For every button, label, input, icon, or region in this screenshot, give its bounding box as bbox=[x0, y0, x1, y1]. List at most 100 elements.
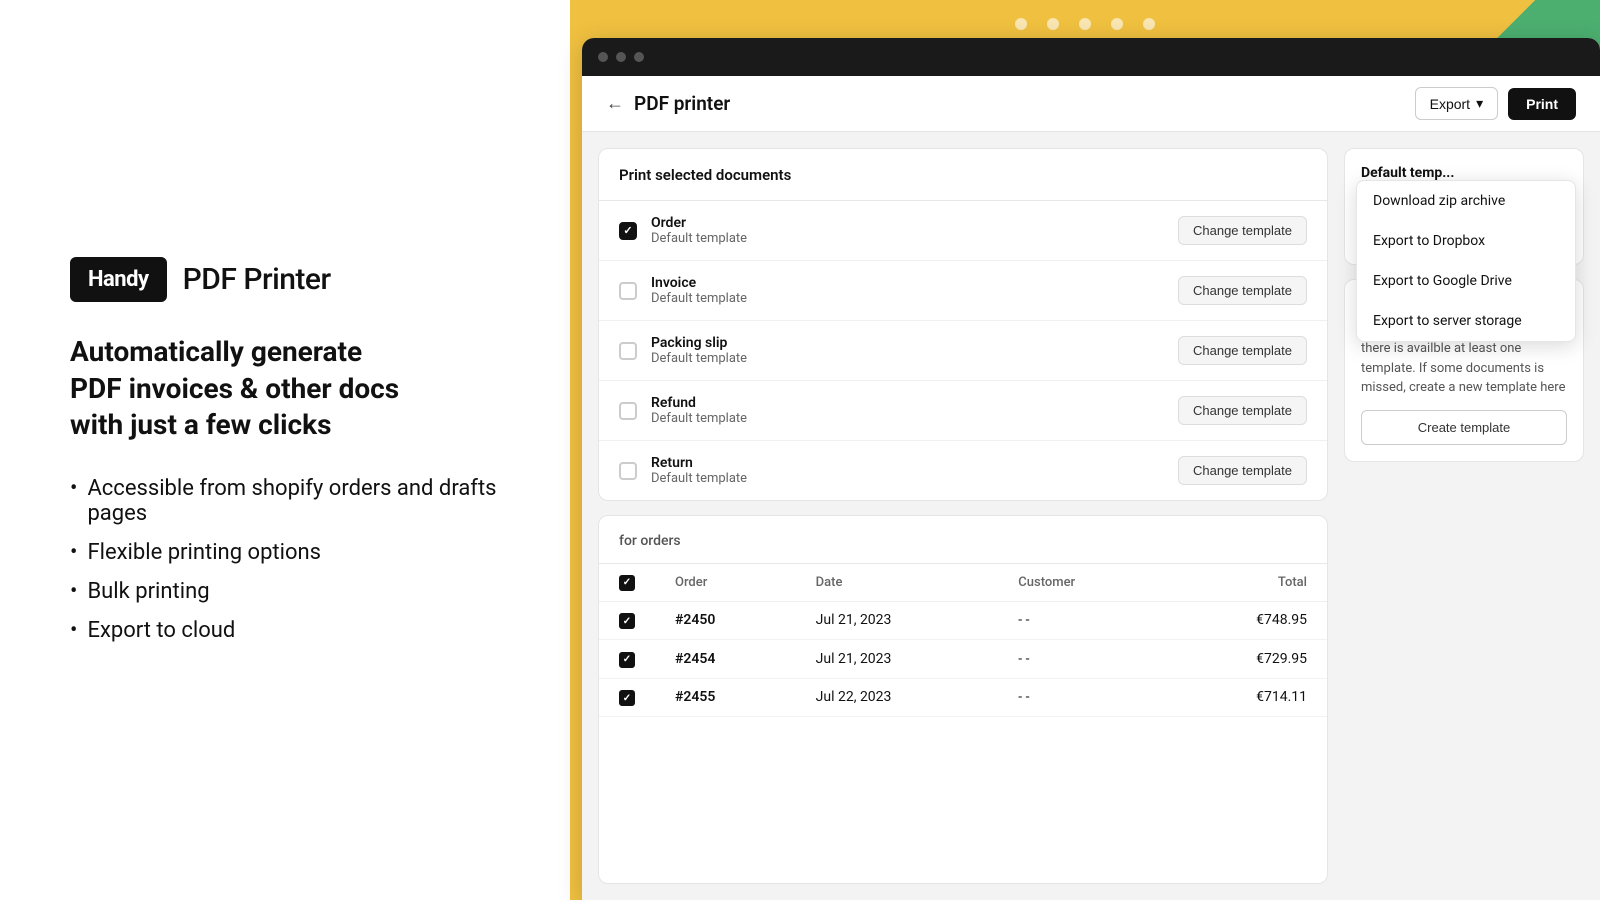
doc-template-order: Default template bbox=[651, 231, 1164, 246]
doc-template-invoice: Default template bbox=[651, 291, 1164, 306]
back-button[interactable]: ← bbox=[606, 93, 624, 114]
bullet-3: Bulk printing bbox=[70, 579, 500, 604]
dropdown-item-gdrive[interactable]: Export to Google Drive bbox=[1357, 261, 1575, 301]
export-dropdown: Download zip archive Export to Dropbox E… bbox=[1356, 180, 1576, 342]
bg-dot-4 bbox=[1111, 18, 1123, 30]
doc-name-return: Return bbox=[651, 455, 1164, 471]
bg-dot-1 bbox=[1015, 18, 1027, 30]
order-date-3: Jul 22, 2023 bbox=[796, 678, 999, 717]
documents-card: Print selected documents Order Default t… bbox=[598, 148, 1328, 501]
doc-info-refund: Refund Default template bbox=[651, 395, 1164, 426]
browser-titlebar bbox=[582, 38, 1600, 76]
doc-row-order: Order Default template Change template bbox=[599, 201, 1327, 261]
doc-checkbox-invoice[interactable] bbox=[619, 282, 637, 300]
doc-name-invoice: Invoice bbox=[651, 275, 1164, 291]
order-number-3: #2455 bbox=[655, 678, 796, 717]
titlebar-dot-1 bbox=[598, 52, 608, 62]
header-actions: Export ▾ Print bbox=[1415, 87, 1576, 120]
orders-table: Order Date Customer Total # bbox=[599, 564, 1327, 717]
bg-dot-2 bbox=[1047, 18, 1059, 30]
export-button[interactable]: Export ▾ bbox=[1415, 87, 1499, 120]
dropdown-item-zip[interactable]: Download zip archive bbox=[1357, 181, 1575, 221]
change-template-invoice[interactable]: Change template bbox=[1178, 276, 1307, 305]
doc-row-refund: Refund Default template Change template bbox=[599, 381, 1327, 441]
default-template-title: Default temp... bbox=[1361, 165, 1567, 181]
order-number-1: #2450 bbox=[655, 601, 796, 640]
doc-info-return: Return Default template bbox=[651, 455, 1164, 486]
bullet-1: Accessible from shopify orders and draft… bbox=[70, 476, 500, 526]
row-checkbox-1[interactable] bbox=[619, 613, 635, 629]
doc-checkbox-order[interactable] bbox=[619, 222, 637, 240]
orders-card: for orders Order Date Customer To bbox=[598, 515, 1328, 884]
feature-list: Accessible from shopify orders and draft… bbox=[70, 476, 500, 643]
doc-name-packing-slip: Packing slip bbox=[651, 335, 1164, 351]
bullet-2: Flexible printing options bbox=[70, 540, 500, 565]
doc-checkbox-refund[interactable] bbox=[619, 402, 637, 420]
doc-checkbox-return[interactable] bbox=[619, 462, 637, 480]
row-checkbox-cell-2 bbox=[599, 640, 655, 679]
logo-box: Handy bbox=[70, 257, 167, 302]
titlebar-dot-2 bbox=[616, 52, 626, 62]
create-template-button[interactable]: Create template bbox=[1361, 410, 1567, 445]
app-header: ← PDF printer Export ▾ Print bbox=[582, 76, 1600, 132]
bg-dot-5 bbox=[1143, 18, 1155, 30]
order-date-2: Jul 21, 2023 bbox=[796, 640, 999, 679]
th-total: Total bbox=[1168, 564, 1327, 601]
content-left: Print selected documents Order Default t… bbox=[598, 148, 1328, 884]
doc-info-packing-slip: Packing slip Default template bbox=[651, 335, 1164, 366]
doc-template-return: Default template bbox=[651, 471, 1164, 486]
browser-window: ← PDF printer Export ▾ Print Print selec… bbox=[582, 38, 1600, 900]
doc-template-refund: Default template bbox=[651, 411, 1164, 426]
row-checkbox-3[interactable] bbox=[619, 690, 635, 706]
bg-decoration bbox=[1015, 18, 1155, 30]
doc-info-invoice: Invoice Default template bbox=[651, 275, 1164, 306]
order-date-1: Jul 21, 2023 bbox=[796, 601, 999, 640]
table-row: #2450 Jul 21, 2023 - - €748.95 bbox=[599, 601, 1327, 640]
th-customer: Customer bbox=[998, 564, 1168, 601]
doc-template-packing-slip: Default template bbox=[651, 351, 1164, 366]
right-panel: ← PDF printer Export ▾ Print Print selec… bbox=[570, 0, 1600, 900]
change-template-refund[interactable]: Change template bbox=[1178, 396, 1307, 425]
orders-section-label: for orders bbox=[619, 533, 681, 549]
dropdown-item-server[interactable]: Export to server storage bbox=[1357, 301, 1575, 341]
select-all-checkbox[interactable] bbox=[619, 575, 635, 591]
logo-area: Handy PDF Printer bbox=[70, 257, 500, 302]
doc-row-invoice: Invoice Default template Change template bbox=[599, 261, 1327, 321]
change-template-packing-slip[interactable]: Change template bbox=[1178, 336, 1307, 365]
documents-card-title: Print selected documents bbox=[619, 166, 791, 184]
print-button[interactable]: Print bbox=[1508, 88, 1576, 120]
product-name: PDF Printer bbox=[183, 262, 331, 297]
bullet-4: Export to cloud bbox=[70, 618, 500, 643]
titlebar-dot-3 bbox=[634, 52, 644, 62]
doc-name-refund: Refund bbox=[651, 395, 1164, 411]
order-customer-3: - - bbox=[998, 678, 1168, 717]
change-template-return[interactable]: Change template bbox=[1178, 456, 1307, 485]
order-total-1: €748.95 bbox=[1168, 601, 1327, 640]
bg-dot-3 bbox=[1079, 18, 1091, 30]
tagline: Automatically generatePDF invoices & oth… bbox=[70, 334, 500, 443]
doc-row-return: Return Default template Change template bbox=[599, 441, 1327, 500]
table-row: #2455 Jul 22, 2023 - - €714.11 bbox=[599, 678, 1327, 717]
order-customer-1: - - bbox=[998, 601, 1168, 640]
main-content: Print selected documents Order Default t… bbox=[582, 132, 1600, 900]
row-checkbox-cell-3 bbox=[599, 678, 655, 717]
left-panel: Handy PDF Printer Automatically generate… bbox=[0, 0, 570, 900]
doc-checkbox-packing-slip[interactable] bbox=[619, 342, 637, 360]
change-template-order[interactable]: Change template bbox=[1178, 216, 1307, 245]
dropdown-item-dropbox[interactable]: Export to Dropbox bbox=[1357, 221, 1575, 261]
table-row: #2454 Jul 21, 2023 - - €729.95 bbox=[599, 640, 1327, 679]
doc-row-packing-slip: Packing slip Default template Change tem… bbox=[599, 321, 1327, 381]
th-date: Date bbox=[796, 564, 999, 601]
documents-card-header: Print selected documents bbox=[599, 149, 1327, 201]
th-order: Order bbox=[655, 564, 796, 601]
header-left: ← PDF printer bbox=[606, 92, 730, 115]
order-customer-2: - - bbox=[998, 640, 1168, 679]
order-total-3: €714.11 bbox=[1168, 678, 1327, 717]
row-checkbox-2[interactable] bbox=[619, 652, 635, 668]
row-checkbox-cell-1 bbox=[599, 601, 655, 640]
page-title: PDF printer bbox=[634, 92, 730, 115]
orders-card-header: for orders bbox=[599, 516, 1327, 564]
doc-info-order: Order Default template bbox=[651, 215, 1164, 246]
order-total-2: €729.95 bbox=[1168, 640, 1327, 679]
order-number-2: #2454 bbox=[655, 640, 796, 679]
